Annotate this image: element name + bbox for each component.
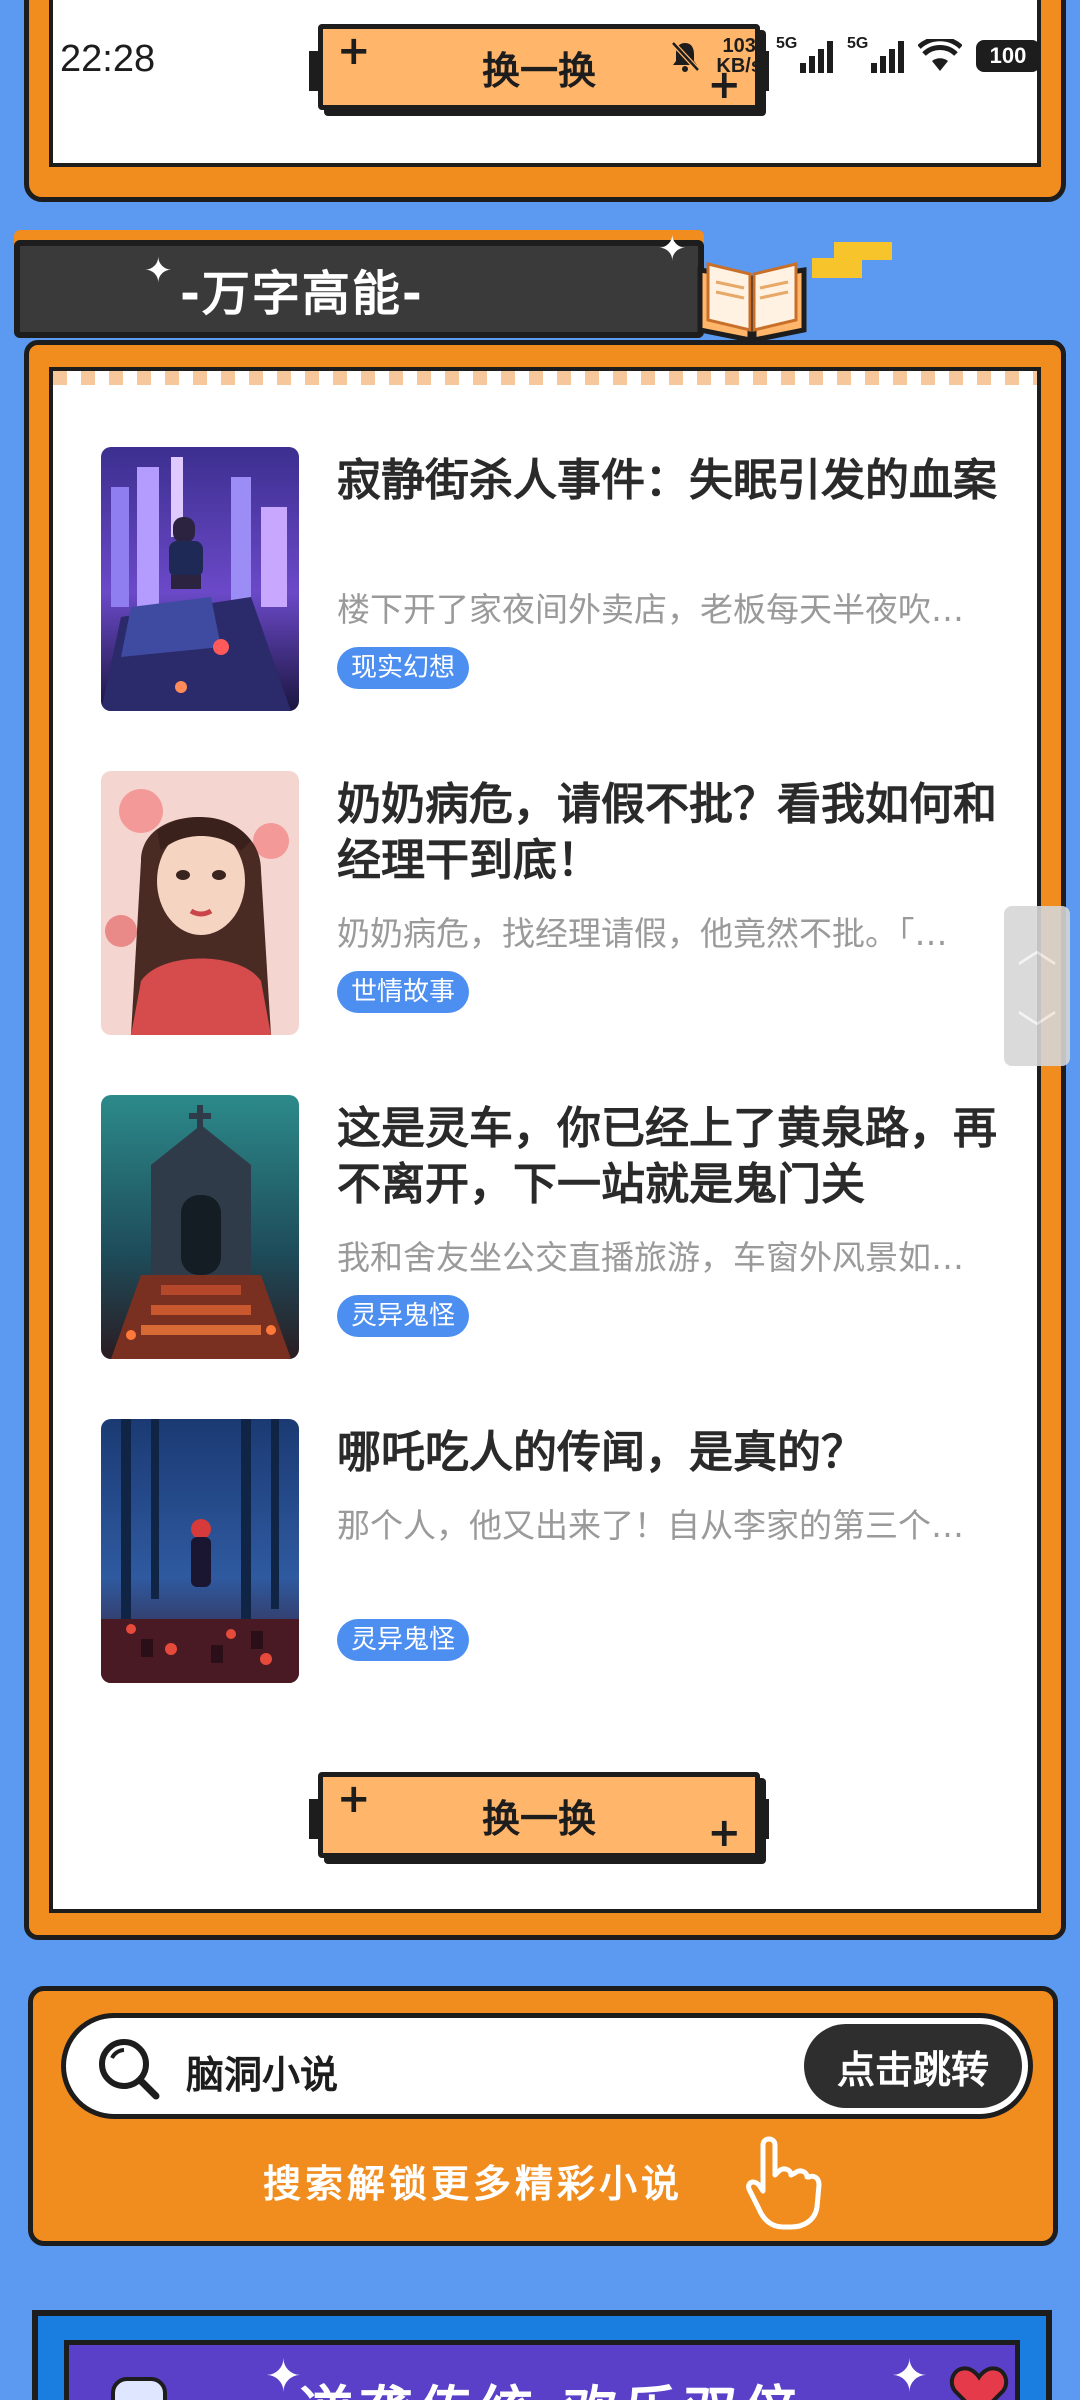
chevron-up-icon[interactable]: ︿ xyxy=(1017,916,1057,974)
sparkle-icon: ✦ xyxy=(265,2351,302,2400)
section-header: -万字高能- ✦ ✦ xyxy=(14,232,704,338)
search-card: 脑洞小说 点击跳转 搜索解锁更多精彩小说 xyxy=(28,1986,1058,2246)
pixel-notch xyxy=(309,1799,319,1839)
book-genre-tag: 现实幻想 xyxy=(337,647,470,689)
scroll-control[interactable]: ︿ ﹀ xyxy=(1004,906,1070,1066)
search-icon xyxy=(99,2039,160,2100)
checker-border xyxy=(53,371,1037,385)
section-title: -万字高能- xyxy=(180,266,424,322)
sparkle-icon: ✦ xyxy=(144,251,173,291)
search-query[interactable]: 脑洞小说 xyxy=(186,2044,338,2099)
plus-icon: + xyxy=(707,1810,741,1856)
book-cover-image xyxy=(101,1095,299,1359)
book-title: 这是灵车，你已经上了黄泉路，再不离开，下一站就是鬼门关 xyxy=(337,1103,997,1210)
book-cover-image xyxy=(101,1419,299,1683)
pointing-hand-icon xyxy=(746,2136,822,2230)
book-description: 那个人，他又出来了！自从李家的第三个… xyxy=(337,1506,964,1545)
plus-icon: + xyxy=(337,28,371,74)
promo-banner-panel: 逆袭传统 欢乐双倍 ✦ ✦ xyxy=(64,2340,1020,2400)
search-bar[interactable]: 脑洞小说 点击跳转 xyxy=(61,2013,1033,2119)
pixel-notch xyxy=(759,51,769,91)
swap-button-label: 换一换 xyxy=(481,48,596,93)
book-description: 奶奶病危，找经理请假，他竟然不批。「… xyxy=(337,914,948,953)
pixel-notch xyxy=(759,1799,769,1839)
book-title: 哪吒吃人的传闻，是真的？ xyxy=(337,1427,865,1478)
jump-button[interactable]: 点击跳转 xyxy=(804,2024,1022,2108)
sparkle-icon: ✦ xyxy=(658,229,687,269)
plus-icon: + xyxy=(707,62,741,108)
book-item[interactable]: 这是灵车，你已经上了黄泉路，再不离开，下一站就是鬼门关 我和舍友坐公交直播旅游，… xyxy=(101,1095,1041,1359)
open-book-icon xyxy=(697,262,807,344)
promo-banner[interactable]: 逆袭传统 欢乐双倍 ✦ ✦ xyxy=(32,2310,1052,2400)
book-list-panel: 寂静街杀人事件：失眠引发的血案 楼下开了家夜间外卖店，老板每天半夜吹… 现实幻想 xyxy=(49,367,1041,1913)
pixel-notch xyxy=(309,51,319,91)
sparkle-icon: ✦ xyxy=(891,2351,928,2400)
book-description: 我和舍友坐公交直播旅游，车窗外风景如… xyxy=(337,1238,964,1277)
high-energy-section-card: 寂静街杀人事件：失眠引发的血案 楼下开了家夜间外卖店，老板每天半夜吹… 现实幻想 xyxy=(24,340,1066,1940)
promo-banner-title: 逆袭传统 欢乐双倍 xyxy=(299,2367,804,2400)
book-genre-tag: 灵异鬼怪 xyxy=(337,1295,470,1337)
book-item[interactable]: 奶奶病危，请假不批？看我如何和经理干到底！ 奶奶病危，找经理请假，他竟然不批。「… xyxy=(101,771,1041,1035)
book-title: 寂静街杀人事件：失眠引发的血案 xyxy=(337,455,997,506)
game-controller-icon xyxy=(111,2377,167,2400)
chevron-down-icon[interactable]: ﹀ xyxy=(1017,998,1057,1056)
search-hint: 搜索解锁更多精彩小说 xyxy=(263,2162,684,2206)
book-item[interactable]: 寂静街杀人事件：失眠引发的血案 楼下开了家夜间外卖店，老板每天半夜吹… 现实幻想 xyxy=(101,447,1041,711)
swap-button[interactable]: + 换一换 + xyxy=(309,1772,769,1858)
book-description: 楼下开了家夜间外卖店，老板每天半夜吹… xyxy=(337,590,964,629)
heart-icon xyxy=(949,2366,1009,2400)
plus-icon: + xyxy=(337,1776,371,1822)
book-cover-image xyxy=(101,447,299,711)
book-genre-tag: 世情故事 xyxy=(337,971,470,1013)
book-genre-tag: 灵异鬼怪 xyxy=(337,1619,470,1661)
pixel-decoration-icon xyxy=(812,242,892,278)
book-title: 奶奶病危，请假不批？看我如何和经理干到底！ xyxy=(337,779,997,886)
book-item[interactable]: 哪吒吃人的传闻，是真的？ 那个人，他又出来了！自从李家的第三个… 灵异鬼怪 xyxy=(101,1419,1041,1683)
swap-button-label: 换一换 xyxy=(481,1796,596,1841)
book-cover-image xyxy=(101,771,299,1035)
swap-button-top[interactable]: + 换一换 + xyxy=(309,24,769,110)
